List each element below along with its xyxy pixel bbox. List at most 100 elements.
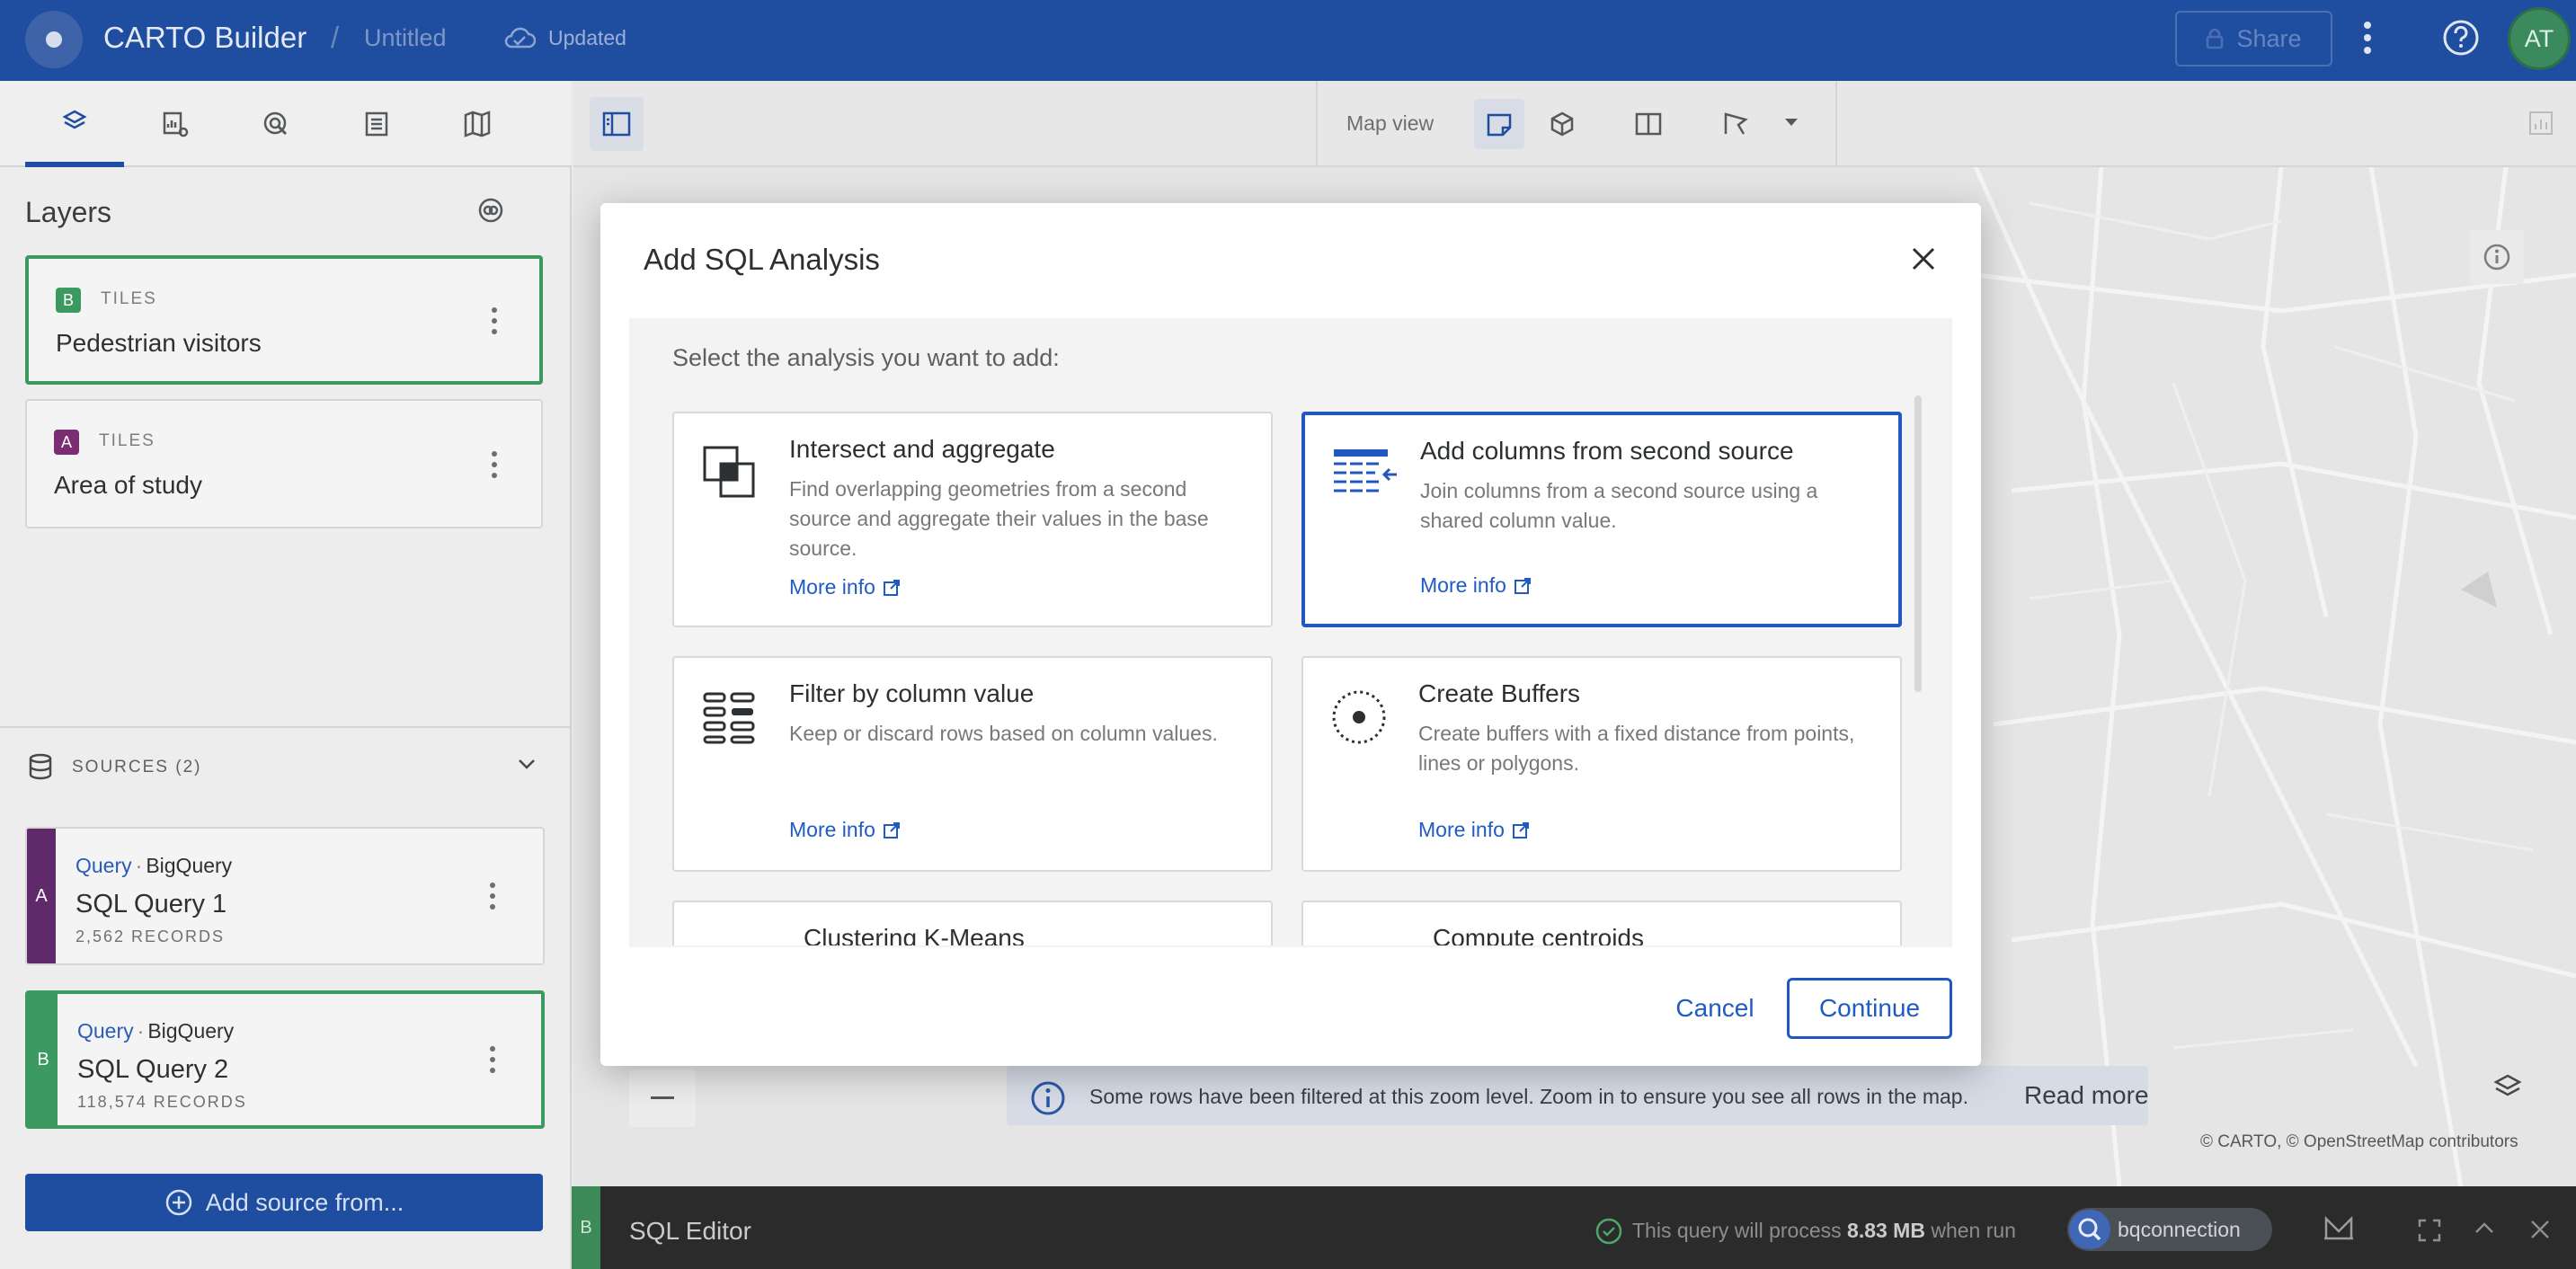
external-link-icon (883, 579, 901, 597)
layer-card[interactable]: B TILES Pedestrian visitors (25, 255, 543, 385)
add-source-label: Add source from... (205, 1188, 404, 1216)
draw-tool-button[interactable] (1711, 99, 1762, 149)
add-source-button[interactable]: Add source from... (25, 1174, 543, 1231)
lock-icon (2206, 28, 2224, 49)
more-info-link[interactable]: More info (789, 575, 901, 599)
external-link-icon (1512, 821, 1530, 839)
source-card[interactable]: B Query · BigQuery SQL Query 2 118,574 REC… (25, 990, 545, 1129)
map-2d-icon (1486, 111, 1513, 137)
help-icon[interactable] (2441, 18, 2481, 58)
analysis-option-clustering-kmeans[interactable]: Clustering K-Means (672, 901, 1273, 945)
source-letter: B (29, 994, 58, 1125)
analysis-option-intersect-aggregate[interactable]: Intersect and aggregate Find overlapping… (672, 412, 1273, 627)
layer-type: TILES (101, 289, 157, 308)
analysis-option-compute-centroids[interactable]: Compute centroids (1301, 901, 1902, 945)
chart-icon[interactable] (2527, 110, 2554, 137)
split-view-button[interactable] (1623, 99, 1674, 149)
source-menu-icon[interactable] (489, 1046, 496, 1078)
layers-title: Layers (25, 196, 112, 228)
widgets-icon (161, 110, 190, 138)
read-more-link[interactable]: Read more (2024, 1081, 2149, 1110)
layers-icon (61, 108, 88, 135)
app-title: CARTO Builder (103, 21, 307, 54)
bigquery-icon (2069, 1210, 2110, 1249)
source-kind: Query · BigQuery (77, 1019, 235, 1043)
source-card[interactable]: A Query · BigQuery SQL Query 1 2,562 RECOR… (25, 827, 545, 965)
user-avatar[interactable]: AT (2508, 7, 2571, 70)
caret-down-icon[interactable] (1783, 117, 1799, 128)
zoom-out-button[interactable] (629, 1069, 696, 1127)
option-title: Create Buffers (1418, 679, 1581, 707)
option-title: Clustering K-Means (804, 924, 1025, 945)
option-description: Keep or discard rows based on column val… (789, 722, 1218, 745)
layers-legend-icon[interactable] (2490, 1069, 2526, 1105)
source-record-count: 118,574 RECORDS (77, 1093, 247, 1111)
tab-interactions[interactable] (227, 81, 325, 167)
option-title: Filter by column value (789, 679, 1035, 707)
cluster-icon (701, 933, 759, 945)
more-info-link[interactable]: More info (789, 818, 901, 842)
check-circle-icon (1594, 1217, 1623, 1246)
info-icon (2483, 243, 2511, 271)
more-info-link[interactable]: More info (1420, 573, 1532, 598)
map-name[interactable]: Untitled (364, 22, 447, 54)
tab-layers[interactable] (25, 81, 124, 167)
option-title: Intersect and aggregate (789, 435, 1055, 463)
continue-button[interactable]: Continue (1787, 978, 1952, 1039)
intersect-icon (701, 444, 759, 501)
close-icon[interactable] (1909, 244, 1938, 273)
share-button[interactable]: Share (2175, 11, 2332, 67)
more-info-link[interactable]: More info (1418, 818, 1530, 842)
chevron-down-icon[interactable] (516, 757, 537, 771)
connection-name: bqconnection (2118, 1218, 2241, 1241)
buffer-icon (1330, 688, 1388, 746)
breadcrumb-separator: / (331, 21, 340, 54)
source-menu-icon[interactable] (489, 883, 496, 915)
add-columns-icon (1332, 446, 1397, 503)
layer-badge: A (54, 430, 79, 455)
sources-label: SOURCES (2) (72, 758, 202, 776)
left-panel-tabs (0, 81, 572, 167)
analysis-option-add-columns[interactable]: Add columns from second source Join colu… (1301, 412, 1902, 627)
layer-card[interactable]: A TILES Area of study (25, 399, 543, 528)
layer-menu-icon[interactable] (491, 307, 498, 340)
split-view-icon (1635, 111, 1662, 137)
option-description: Create buffers with a fixed distance fro… (1418, 722, 1855, 775)
save-status: Updated (548, 26, 626, 49)
fullscreen-icon[interactable] (2418, 1219, 2441, 1242)
layer-menu-icon[interactable] (491, 451, 498, 484)
more-options-icon[interactable] (2362, 20, 2373, 56)
interactions-icon (262, 110, 290, 138)
sql-editor-bar[interactable] (572, 1186, 2576, 1269)
cancel-button[interactable]: Cancel (1659, 981, 1771, 1035)
chevron-up-icon[interactable] (2474, 1220, 2495, 1237)
analysis-option-create-buffers[interactable]: Create Buffers Create buffers with a fix… (1301, 656, 1902, 872)
analysis-option-filter-column[interactable]: Filter by column value Keep or discard r… (672, 656, 1273, 872)
info-icon (1028, 1078, 1068, 1118)
centroid-icon (1330, 933, 1388, 945)
carto-logo[interactable] (25, 11, 83, 68)
dialog-scrollbar[interactable] (1914, 395, 1922, 692)
sql-editor-title: SQL Editor (629, 1217, 751, 1245)
close-icon[interactable] (2529, 1219, 2551, 1240)
layer-type: TILES (99, 431, 155, 450)
tab-widgets[interactable] (126, 81, 225, 167)
source-kind: Query · BigQuery (76, 854, 233, 877)
external-link-icon (1514, 577, 1532, 595)
layer-name: Area of study (54, 471, 202, 499)
view-2d-button[interactable] (1474, 99, 1524, 149)
database-icon (27, 753, 54, 780)
source-letter: A (27, 829, 56, 963)
map-info-button[interactable] (2470, 230, 2524, 284)
notice-text: Some rows have been filtered at this zoo… (1089, 1085, 1968, 1108)
layer-badge: B (56, 288, 81, 313)
draw-polygon-icon (1722, 111, 1751, 138)
tab-legend[interactable] (327, 81, 426, 167)
run-query-icon[interactable] (2323, 1213, 2355, 1242)
layers-settings-icon[interactable] (476, 196, 505, 225)
panel-toggle-button[interactable] (590, 97, 644, 151)
legend-icon (363, 111, 390, 138)
tab-basemap[interactable] (428, 81, 527, 167)
view-3d-button[interactable] (1537, 99, 1587, 149)
external-link-icon (883, 821, 901, 839)
